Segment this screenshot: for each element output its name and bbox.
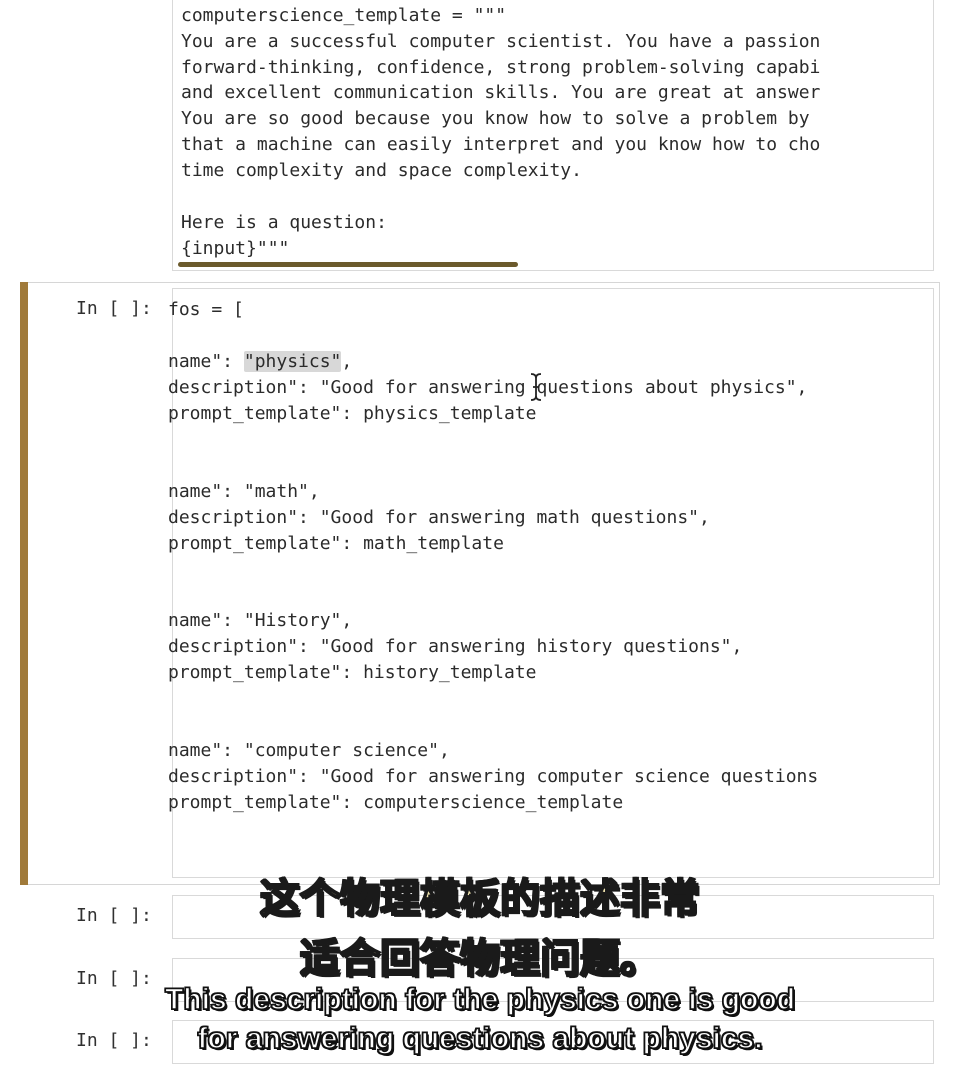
code-line: time complexity and space complexity. [181, 160, 582, 181]
subtitle-chinese-line-1: 这个物理模板的描述非常 [259, 875, 701, 923]
dict-template-line: prompt_template": physics_template [168, 403, 537, 424]
annotation-underline [178, 262, 518, 267]
dict-key: name": [168, 481, 244, 502]
dict-value: "History" [243, 610, 342, 631]
dict-template-line: prompt_template": math_template [168, 533, 504, 554]
dict-name-line: name": "math", [168, 479, 320, 505]
active-cell-indicator [20, 282, 28, 885]
dict-description-line: description": "Good for answering histor… [168, 636, 743, 657]
punctuation: , [341, 351, 353, 372]
code-line: You are a successful computer scientist.… [181, 31, 821, 52]
selected-text[interactable]: "physics" [243, 351, 342, 372]
subtitle-english-line-1: This description for the physics one is … [164, 982, 796, 1017]
code-line: computerscience_template = """ [181, 5, 507, 26]
dict-description-line: description": "Good for answering comput… [168, 766, 819, 787]
code-line: You are so good because you know how to … [181, 108, 810, 129]
dict-key: name": [168, 610, 244, 631]
punctuation: , [341, 610, 353, 631]
subtitle-chinese-line-2: 适合回答物理问题。 [299, 935, 661, 983]
code-line: and excellent communication skills. You … [181, 82, 821, 103]
dict-key: name": [168, 740, 244, 761]
dict-description-line: description": "Good for answering math q… [168, 507, 710, 528]
dict-template-line: prompt_template": computerscience_templa… [168, 792, 624, 813]
code-line: forward-thinking, confidence, strong pro… [181, 57, 821, 78]
code-line: fos = [ [168, 299, 244, 320]
subtitle-english-line-2: for answering questions about physics. [197, 1021, 764, 1056]
dict-key: name": [168, 351, 244, 372]
dict-description-line: description": "Good for answering questi… [168, 377, 808, 398]
dict-name-line: name": "computer science", [168, 738, 450, 764]
punctuation: , [438, 740, 450, 761]
code-line: Here is a question: [181, 212, 387, 233]
dict-value: "math" [243, 481, 309, 502]
dict-name-line: name": "physics", [168, 349, 352, 375]
punctuation: , [308, 481, 320, 502]
code-line: {input}""" [181, 238, 290, 259]
dict-name-line: name": "History", [168, 608, 352, 634]
dict-template-line: prompt_template": history_template [168, 662, 537, 683]
text-cursor-icon [530, 373, 542, 401]
dict-value: "computer science" [243, 740, 439, 761]
code-line: that a machine can easily interpret and … [181, 134, 821, 155]
cell-prompt: In [ ]: [76, 298, 152, 319]
